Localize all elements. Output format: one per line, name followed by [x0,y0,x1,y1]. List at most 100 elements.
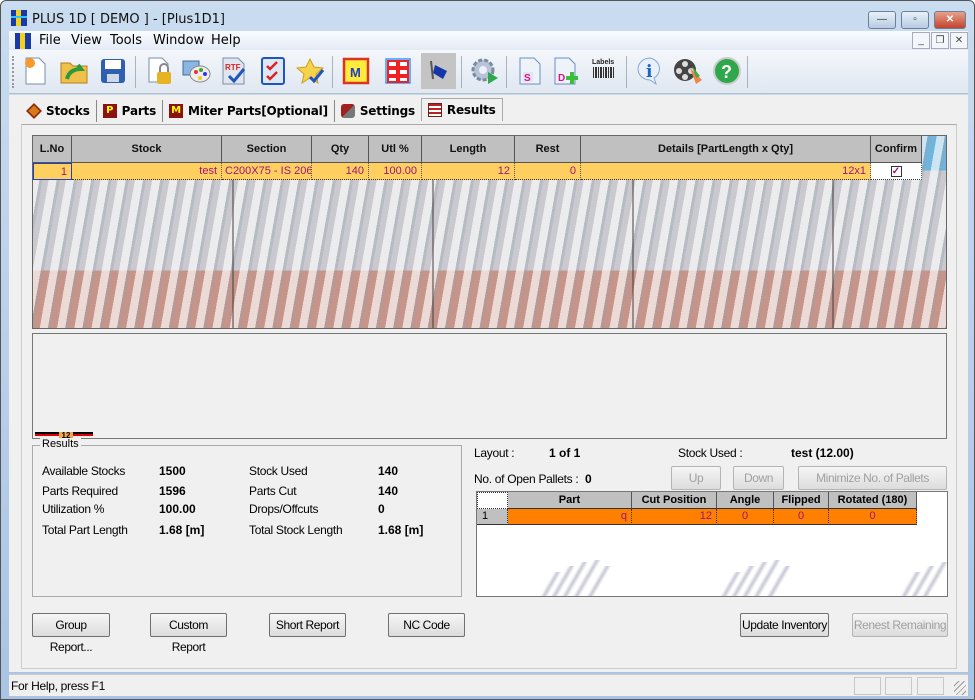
col-length[interactable]: Length [422,136,515,163]
menu-bar: File View Tools Window Help _ ❐ ✕ [9,31,968,50]
stocks-icon [26,103,42,119]
tab-label: Settings [359,104,415,118]
cell-details[interactable]: 12x1 [581,163,871,180]
renest-remaining-button[interactable]: Renest Remaining [852,613,948,637]
cell-section[interactable]: C200X75 - IS 206 [222,163,312,180]
miter-button[interactable]: M [338,53,373,89]
open-icon [60,62,87,84]
total-stock-length-value: 1.68 [m] [378,523,424,537]
cell-qty[interactable]: 140 [312,163,369,180]
confirm-checkbox[interactable]: ✓ [890,166,902,177]
total-part-length-label: Total Part Length [42,523,128,537]
col-stock[interactable]: Stock [72,136,222,163]
short-report-button[interactable]: Short Report [269,613,346,637]
resize-grip[interactable] [954,681,966,695]
table-row[interactable]: 1 test C200X75 - IS 206 140 100.00 12 0 … [33,163,922,180]
svg-text:M: M [350,65,361,80]
cell-rest[interactable]: 0 [515,163,581,180]
nc-code-button[interactable]: NC Code [388,613,465,637]
custom-report-button[interactable]: Custom Report [150,613,227,654]
status-bar: For Help, press F1 [9,674,968,696]
parts-col-rotated[interactable]: Rotated (180) [829,492,917,509]
stock-report-button[interactable]: S [512,53,547,89]
parts-col-cut-position[interactable]: Cut Position [632,492,717,509]
info-button[interactable]: i [632,53,667,89]
tab-settings[interactable]: Settings [335,100,421,122]
add-doc-button[interactable]: D [549,53,584,89]
parts-cell-flipped[interactable]: 0 [774,509,829,525]
stock-doc-icon: S [519,57,540,85]
parts-cell-index[interactable]: 1 [477,509,508,525]
close-button[interactable]: ✕ [934,11,966,29]
up-button[interactable]: Up [671,466,721,490]
group-report-button[interactable]: Group Report... [32,613,110,654]
tag-button[interactable] [421,53,456,89]
menu-file[interactable]: File [39,33,61,48]
col-rest[interactable]: Rest [515,136,581,163]
parts-cell-angle[interactable]: 0 [717,509,774,525]
run-optimize-button[interactable] [467,53,502,89]
col-section[interactable]: Section [222,136,312,163]
background-bars-graphic [517,560,627,596]
parts-cell-cut-position[interactable]: 12 [632,509,717,525]
mdi-restore-button[interactable]: ❐ [931,32,949,49]
col-qty[interactable]: Qty [312,136,369,163]
stock-used-layout-label: Stock Used : [678,446,743,460]
labels-button[interactable]: Labels [587,53,622,89]
cell-length[interactable]: 12 [422,163,515,180]
checklist-button[interactable] [255,53,290,89]
miter-parts-icon: M [169,104,184,118]
col-utl[interactable]: Utl % [369,136,422,163]
down-button[interactable]: Down [733,466,784,490]
cell-confirm[interactable]: ✓ [871,163,922,180]
save-button[interactable] [95,53,130,89]
stock-used-value: 140 [378,464,399,478]
parts-col-angle[interactable]: Angle [717,492,774,509]
video-button[interactable] [670,53,705,89]
menu-window[interactable]: Window [153,33,204,48]
total-stock-length-label: Total Stock Length [249,523,343,537]
toolbar-grip[interactable] [12,56,15,88]
document-logo-icon[interactable] [15,33,31,49]
parts-required-label: Parts Required [42,484,118,498]
layout-drawing-area[interactable]: 12 [32,333,947,439]
parts-col-part[interactable]: Part [508,492,632,509]
menu-view[interactable]: View [71,33,102,48]
new-button[interactable] [17,53,52,89]
protect-button[interactable] [141,53,176,89]
menu-tools[interactable]: Tools [110,33,142,48]
tab-miter-parts[interactable]: M Miter Parts[Optional] [163,100,335,122]
open-button[interactable] [56,53,91,89]
cell-lno[interactable]: 1 [33,163,72,180]
col-details[interactable]: Details [PartLength x Qty] [581,136,871,163]
update-inventory-button[interactable]: Update Inventory [740,613,829,637]
tab-stocks[interactable]: Stocks [21,100,97,122]
maximize-button[interactable]: ▫ [901,11,929,29]
parts-col-index[interactable] [477,492,508,509]
cell-stock[interactable]: test [72,163,222,180]
results-grid[interactable]: L.No Stock Section Qty Utl % Length Rest… [32,135,947,329]
minimize-pallets-button[interactable]: Minimize No. of Pallets [798,466,947,490]
mdi-minimize-button[interactable]: _ [912,32,930,49]
col-lno[interactable]: L.No [33,136,72,163]
col-confirm[interactable]: Confirm [871,136,922,163]
labels-icon: Labels [592,59,614,78]
tab-parts[interactable]: P Parts [97,100,164,122]
favorite-button[interactable] [293,53,328,89]
background-bars-graphic [877,560,947,596]
grid-layout-button[interactable] [380,53,415,89]
menu-help[interactable]: Help [211,33,241,48]
parts-col-flipped[interactable]: Flipped [774,492,829,509]
parts-grid[interactable]: Part Cut Position Angle Flipped Rotated … [476,491,948,597]
app-logo-icon [11,10,27,26]
tab-results[interactable]: Results [420,98,503,121]
mdi-close-button[interactable]: ✕ [950,32,968,49]
help-button[interactable]: ? [709,53,744,89]
cell-utl[interactable]: 100.00 [369,163,422,180]
minimize-button[interactable]: — [868,11,896,29]
colors-button[interactable] [178,53,213,89]
rtf-export-button[interactable]: RTF [216,53,251,89]
parts-cell-rotated[interactable]: 0 [829,509,917,525]
settings-icon [340,104,355,118]
parts-cell-part[interactable]: q [508,509,632,525]
